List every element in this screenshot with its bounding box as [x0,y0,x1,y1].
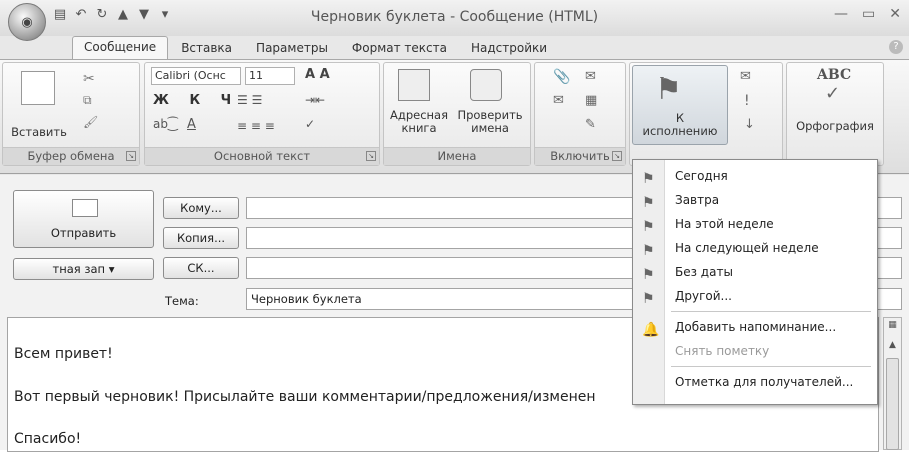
menu-item-no-date[interactable]: ⚑ Без даты [633,260,877,284]
format-painter-icon[interactable]: 🖌 [83,115,98,129]
scroll-up-icon[interactable]: ▲ [886,340,899,352]
body-line-thanks: Спасибо! [14,431,82,447]
outlook-message-window: ▤ ↶ ↻ ▲ ▼ ▾ Черновик буклета - Сообщение… [0,0,909,452]
window-controls: — ▭ ✕ [834,6,901,22]
menu-item-today[interactable]: ⚑ Сегодня [633,164,877,188]
font-size-select[interactable]: 11 [245,67,295,85]
group-label: Основной текст ↘ [145,147,379,165]
group-options: ⚑ К исполнению ✉ ! ↓ [629,62,783,166]
grow-font-icon[interactable]: A A [305,67,330,82]
vertical-scrollbar[interactable]: ▦ ▲ [883,317,902,450]
font-color-icon[interactable]: A [187,117,196,132]
followup-dropdown-menu: ⚑ Сегодня ⚑ Завтра ⚑ На этой неделе ⚑ На сле… [632,159,878,405]
indent-icons[interactable]: ⇥⇤ [305,93,325,107]
list-icons[interactable]: ☰ ☰ [237,93,262,107]
ribbon: Вставить ✂ ⧉ 🖌 Буфер обмена ↘ Calibri (Ос… [0,59,909,174]
permission-icon[interactable]: ✉ [740,69,751,84]
menu-item-custom[interactable]: ⚑ Другой... [633,284,877,308]
spelling-button[interactable]: Орфография [787,119,883,133]
maximize-icon[interactable]: ▭ [862,6,875,22]
group-names: Адресная книга Проверить имена Имена [383,62,531,166]
body-line-greeting: Всем привет! [14,346,113,362]
calendar-icon[interactable]: ▦ [585,93,597,108]
minimize-icon[interactable]: — [834,6,848,22]
send-icon [72,199,98,217]
menu-item-this-week[interactable]: ⚑ На этой неделе [633,212,877,236]
flag-icon: ⚑ [642,291,655,307]
close-icon[interactable]: ✕ [889,6,901,22]
window-title: Черновик буклета - Сообщение (HTML) [310,9,599,25]
menu-item-next-week[interactable]: ⚑ На следующей неделе [633,236,877,260]
scrollbar-thumb[interactable] [886,358,899,450]
menu-separator [671,311,871,312]
menu-item-tomorrow[interactable]: ⚑ Завтра [633,188,877,212]
subject-label: Тема: [165,294,199,308]
address-book-icon [398,69,430,101]
attach-file-icon[interactable]: 📎 [553,69,570,85]
group-label: Буфер обмена ↘ [3,147,139,165]
tab-addins[interactable]: Надстройки [460,38,558,60]
tab-insert[interactable]: Вставка [170,38,243,60]
tab-message[interactable]: Сообщение [72,36,169,60]
followup-button[interactable]: ⚑ К исполнению [632,65,728,145]
menu-item-add-reminder[interactable]: 🔔 Добавить напоминание... [633,315,877,339]
help-icon[interactable]: ? [889,40,903,54]
font-name-select[interactable]: Calibri (Оснс [151,67,241,85]
title-bar: ▤ ↶ ↻ ▲ ▼ ▾ Черновик буклета - Сообщение… [0,0,909,36]
group-label: Имена [384,147,530,165]
styles-icon[interactable]: ✓ [305,117,315,131]
dialog-launcher-icon[interactable]: ↘ [126,151,136,161]
ruler-icon[interactable]: ▦ [886,320,899,332]
group-proofing: ABC ✓ Орфография [786,62,884,166]
checkmark-icon: ✓ [825,83,841,104]
office-logo-icon: ◉ [21,14,33,30]
copy-icon[interactable]: ⧉ [83,93,92,108]
signature-icon[interactable]: ✎ [585,117,596,132]
paste-icon [21,71,55,105]
group-label: Включить ↘ [535,147,625,165]
flag-icon: ⚑ [655,72,682,107]
tab-options[interactable]: Параметры [245,38,339,60]
menu-item-clear-flag: Снять пометку [675,344,770,358]
high-importance-icon[interactable]: ! [744,93,750,109]
low-importance-icon[interactable]: ↓ [744,117,755,132]
office-button[interactable]: ◉ [8,3,46,41]
account-button[interactable]: тная зап ▾ [13,258,154,280]
address-book-button[interactable]: Адресная книга [384,109,454,135]
send-button[interactable]: Отправить [13,190,154,248]
highlight-icon[interactable]: ab⁐ [153,117,178,131]
bcc-button[interactable]: СК... [163,257,239,279]
dialog-launcher-icon[interactable]: ↘ [612,151,622,161]
cut-icon[interactable]: ✂ [83,71,95,87]
group-include: 📎 ✉ ✉ ▦ ✎ Включить ↘ [534,62,626,166]
group-basic-text: Calibri (Оснс 11 A A Ж К Ч ☰ ☰ ⇥⇤ ab⁐ A … [144,62,380,166]
tab-format-text[interactable]: Формат текста [341,38,458,60]
attach-item-icon[interactable]: ✉ [585,69,596,84]
paste-button[interactable]: Вставить [7,125,71,139]
menu-separator [671,366,871,367]
to-button[interactable]: Кому... [163,197,239,219]
spelling-icon: ABC [817,67,852,83]
check-names-icon [470,69,502,101]
menu-item-flag-for-recipients[interactable]: Отметка для получателей... [633,370,877,394]
align-icons[interactable]: ≡ ≡ ≡ [237,119,275,133]
business-card-icon[interactable]: ✉ [553,93,564,108]
group-clipboard: Вставить ✂ ⧉ 🖌 Буфер обмена ↘ [2,62,140,166]
cc-button[interactable]: Копия... [163,227,239,249]
dialog-launcher-icon[interactable]: ↘ [366,151,376,161]
ribbon-tabs: Сообщение Вставка Параметры Формат текст… [72,36,558,60]
bold-italic-underline-icons[interactable]: Ж К Ч [153,93,239,108]
check-names-button[interactable]: Проверить имена [454,109,526,135]
body-line-main: Вот первый черновик! Присылайте ваши ком… [14,389,596,405]
